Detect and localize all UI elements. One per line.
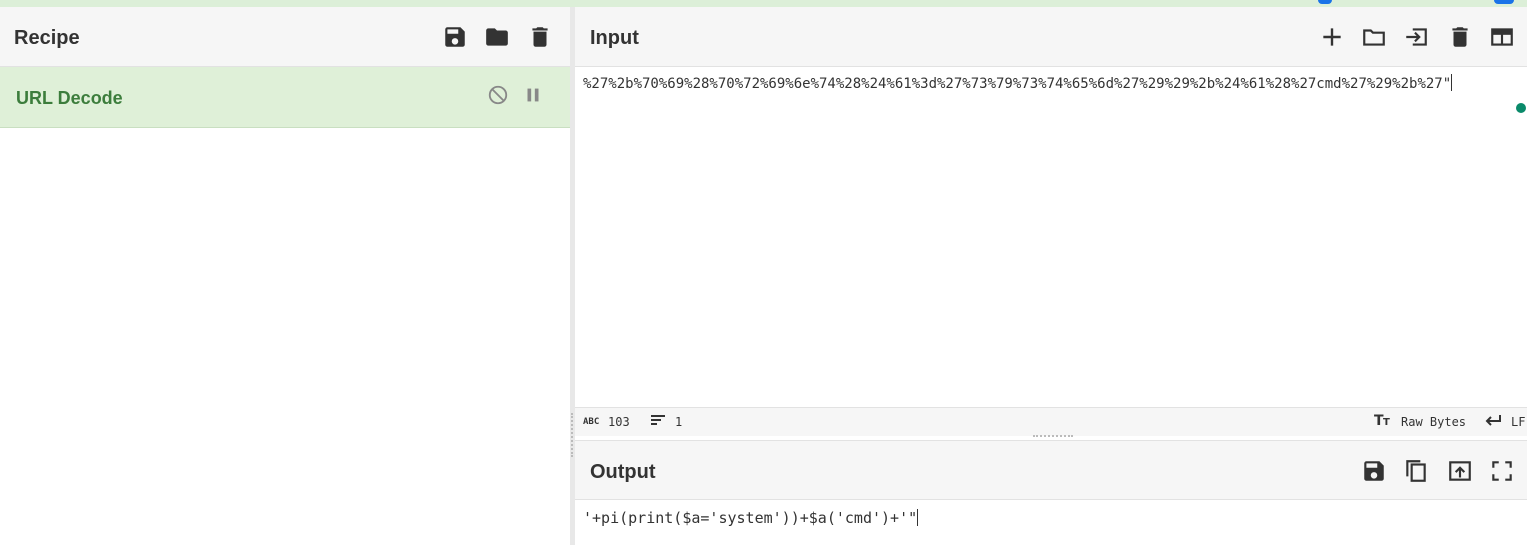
line-wrap-marker (1516, 103, 1526, 113)
pause-operation-icon[interactable] (522, 84, 544, 106)
svg-text:T: T (1383, 417, 1390, 428)
input-value: %27%2b%70%69%28%70%72%69%6e%74%28%24%61%… (583, 76, 1452, 92)
clear-input-icon[interactable] (1447, 24, 1473, 50)
input-header: Input (575, 7, 1527, 67)
operation-name: URL Decode (16, 88, 123, 108)
recipe-pane: Recipe URL Decode (0, 7, 570, 545)
maximise-output-icon[interactable] (1489, 458, 1515, 484)
line-count: 1 (675, 415, 683, 429)
banner-decoration (1494, 0, 1514, 4)
encoding-selector[interactable]: Raw Bytes (1401, 415, 1466, 429)
open-folder-icon[interactable] (1361, 24, 1387, 50)
clear-recipe-icon[interactable] (527, 24, 553, 50)
output-pane: Output '+pi(print($a='system'))+$a('cmd'… (575, 440, 1527, 546)
text-cursor (1451, 74, 1453, 91)
save-recipe-icon[interactable] (442, 24, 468, 50)
save-output-icon[interactable] (1361, 458, 1387, 484)
eol-selector[interactable]: LF (1511, 415, 1525, 429)
load-file-icon[interactable] (1403, 24, 1429, 50)
input-textarea[interactable]: %27%2b%70%69%28%70%72%69%6e%74%28%24%61%… (583, 73, 1519, 95)
input-title: Input (590, 27, 639, 49)
recipe-operation-url-decode[interactable]: URL Decode (0, 67, 570, 128)
recipe-header: Recipe (0, 7, 570, 67)
output-header: Output (575, 441, 1527, 500)
text-size-icon: TT (1374, 411, 1394, 432)
text-cursor (917, 509, 919, 526)
disable-operation-icon[interactable] (487, 84, 509, 106)
input-pane: Input %27%2b%70%69%28%70%72%69%6e%74%28%… (575, 7, 1527, 435)
output-textarea[interactable]: '+pi(print($a='system'))+$a('cmd')+'" (583, 508, 919, 528)
output-title: Output (590, 461, 656, 483)
replace-input-icon[interactable] (1447, 458, 1473, 484)
layout-icon[interactable] (1489, 24, 1515, 50)
output-value: '+pi(print($a='system'))+$a('cmd')+'" (583, 509, 918, 527)
copy-output-icon[interactable] (1403, 458, 1429, 484)
top-banner-strip (0, 0, 1527, 7)
line-count-icon (650, 411, 666, 432)
banner-decoration (1318, 0, 1332, 4)
horizontal-divider-grip[interactable] (1033, 435, 1073, 439)
input-status-bar: ABC 103 1 TT Raw Bytes LF (575, 407, 1527, 436)
recipe-title: Recipe (14, 27, 80, 49)
char-count: 103 (608, 415, 630, 429)
load-recipe-icon[interactable] (484, 24, 510, 50)
char-count-icon: ABC (583, 417, 600, 427)
eol-icon (1484, 411, 1502, 432)
add-tab-icon[interactable] (1319, 24, 1345, 50)
